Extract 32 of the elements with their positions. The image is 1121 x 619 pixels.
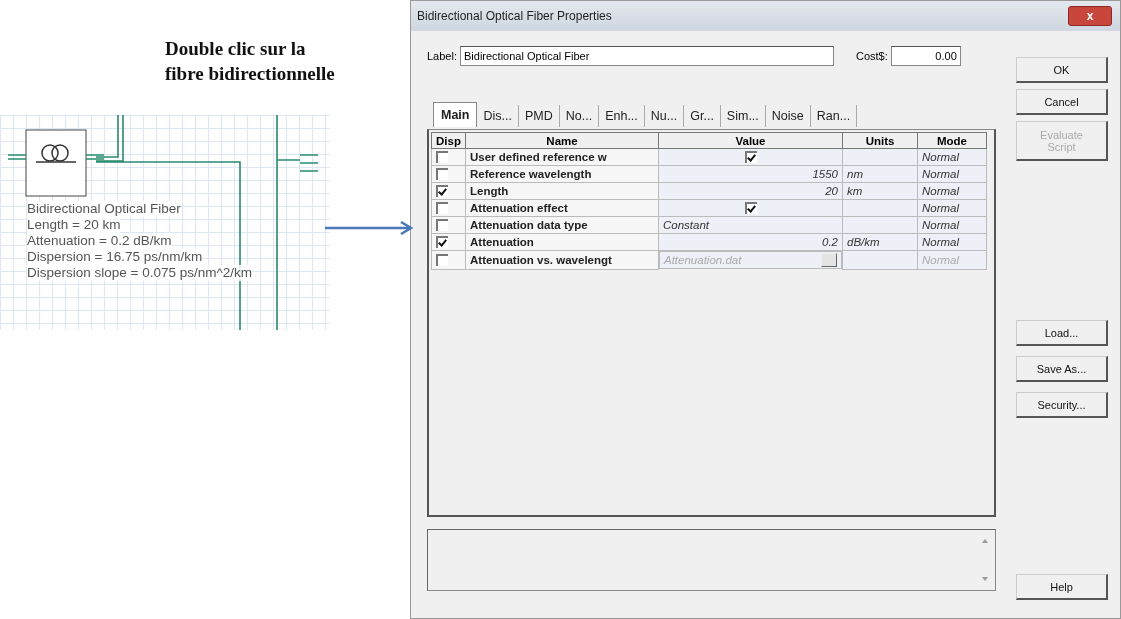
dialog-button[interactable]: Save As... <box>1016 356 1108 382</box>
window-title: Bidirectional Optical Fiber Properties <box>417 9 612 23</box>
arrow-icon <box>325 221 413 235</box>
dialog-button[interactable]: Help <box>1016 574 1108 600</box>
checkbox[interactable] <box>436 151 448 164</box>
checkbox[interactable] <box>436 185 448 198</box>
caption-text: Double clic sur la fibre bidirectionnelle <box>165 37 335 86</box>
column-header: Name <box>465 132 659 149</box>
checkbox[interactable] <box>436 202 448 215</box>
dialog-button[interactable]: Load... <box>1016 320 1108 346</box>
checkbox[interactable] <box>436 219 448 232</box>
dialog-button[interactable]: Security... <box>1016 392 1108 418</box>
column-header: Value <box>658 132 843 149</box>
checkbox[interactable] <box>744 202 757 215</box>
component-label: Bidirectional Optical Fiber Length = 20 km Attenuation = 0.2 dB/km Dispersion = 16.75 ps/nm/km Dispersion slope = 0.075 ps/nm^2/km <box>27 201 253 281</box>
checkbox[interactable] <box>436 236 448 249</box>
column-header: Mode <box>917 132 987 149</box>
dialog-button[interactable]: Cancel <box>1016 89 1108 115</box>
cost-field[interactable]: 0.00 <box>890 46 961 66</box>
checkbox[interactable] <box>744 151 757 164</box>
checkbox[interactable] <box>436 168 448 181</box>
field-label: Label: <box>427 50 457 62</box>
column-header: Disp <box>431 132 466 149</box>
label-field[interactable]: Bidirectional Optical Fiber <box>460 46 834 66</box>
tab[interactable]: Main <box>433 102 478 127</box>
browse-icon[interactable] <box>821 253 837 267</box>
dialog-button[interactable]: OK <box>1016 57 1108 83</box>
table-cell: Attenuation.dat <box>664 254 742 266</box>
close-button[interactable]: x <box>1068 6 1112 26</box>
column-header: Units <box>842 132 918 149</box>
message-box[interactable] <box>427 529 996 591</box>
field-label: Cost$: <box>856 50 888 62</box>
